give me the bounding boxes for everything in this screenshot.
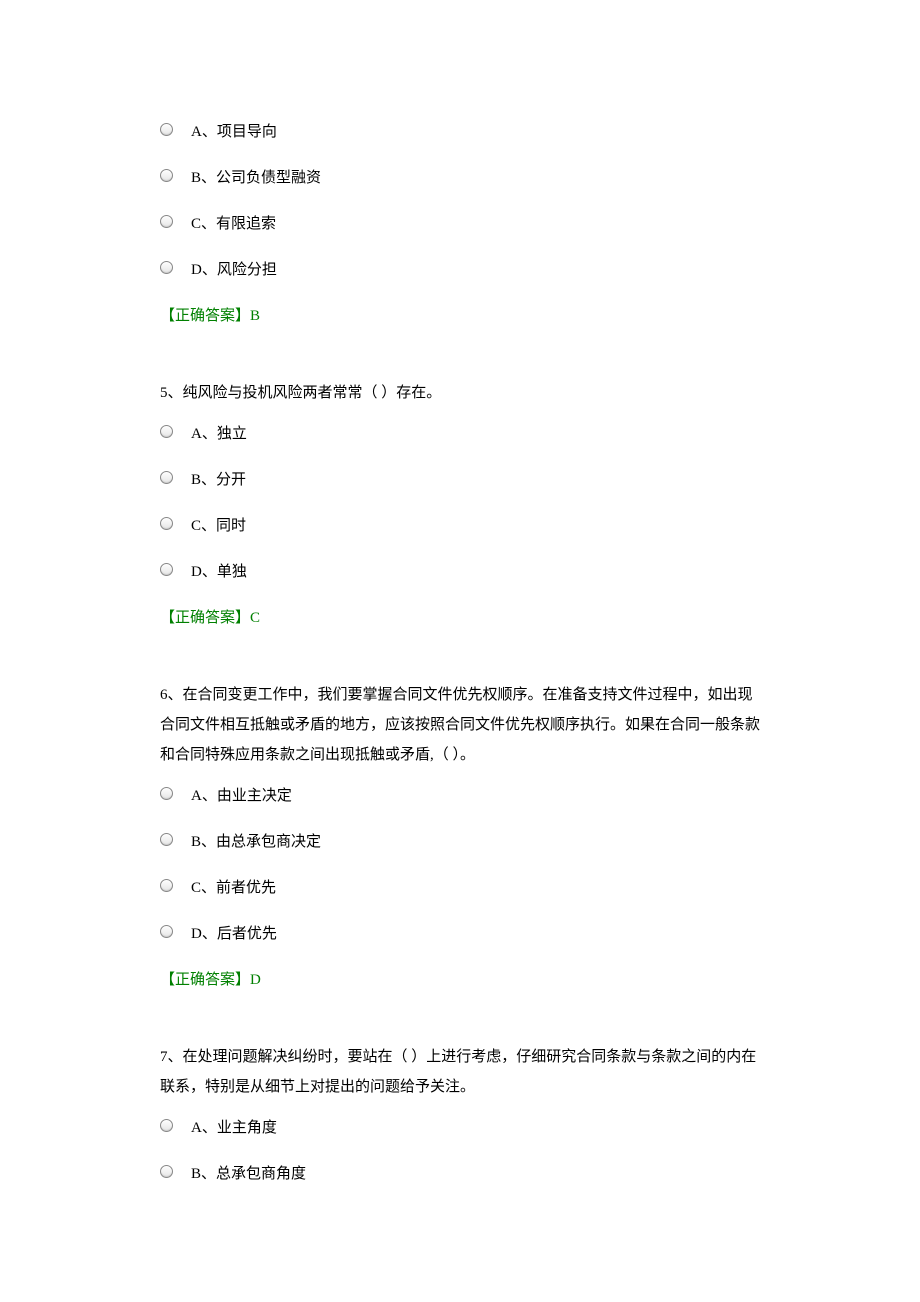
option-row: D、风险分担	[160, 258, 760, 282]
radio-icon[interactable]	[160, 925, 173, 938]
answer-value: B	[250, 308, 260, 324]
radio-icon[interactable]	[160, 1165, 173, 1178]
option-row: B、由总承包商决定	[160, 830, 760, 854]
radio-icon[interactable]	[160, 879, 173, 892]
option-row: A、独立	[160, 422, 760, 446]
option-text: A、由业主决定	[191, 784, 292, 808]
question-block: 5、纯风险与投机风险两者常常（ ）存在。 A、独立 B、分开 C、同时 D、单独…	[160, 378, 760, 630]
option-text: A、独立	[191, 422, 247, 446]
option-text: B、由总承包商决定	[191, 830, 321, 854]
answer-line: 【正确答案】D	[160, 968, 760, 992]
option-row: B、分开	[160, 468, 760, 492]
question-block: 6、在合同变更工作中，我们要掌握合同文件优先权顺序。在准备支持文件过程中，如出现…	[160, 680, 760, 992]
answer-label: 【正确答案】	[160, 610, 250, 626]
option-row: A、项目导向	[160, 120, 760, 144]
option-text: B、总承包商角度	[191, 1162, 306, 1186]
option-row: B、总承包商角度	[160, 1162, 760, 1186]
option-row: D、后者优先	[160, 922, 760, 946]
option-text: D、后者优先	[191, 922, 277, 946]
option-row: C、有限追索	[160, 212, 760, 236]
radio-icon[interactable]	[160, 215, 173, 228]
option-row: D、单独	[160, 560, 760, 584]
radio-icon[interactable]	[160, 471, 173, 484]
option-text: D、单独	[191, 560, 247, 584]
radio-icon[interactable]	[160, 1119, 173, 1132]
question-block: A、项目导向 B、公司负债型融资 C、有限追索 D、风险分担 【正确答案】B	[160, 120, 760, 328]
answer-line: 【正确答案】C	[160, 606, 760, 630]
question-block: 7、在处理问题解决纠纷时，要站在（ ）上进行考虑，仔细研究合同条款与条款之间的内…	[160, 1042, 760, 1186]
option-row: C、同时	[160, 514, 760, 538]
option-row: A、由业主决定	[160, 784, 760, 808]
option-text: B、公司负债型融资	[191, 166, 321, 190]
radio-icon[interactable]	[160, 563, 173, 576]
option-text: A、项目导向	[191, 120, 277, 144]
option-text: C、有限追索	[191, 212, 276, 236]
question-stem: 5、纯风险与投机风险两者常常（ ）存在。	[160, 378, 760, 408]
answer-label: 【正确答案】	[160, 308, 250, 324]
option-text: C、前者优先	[191, 876, 276, 900]
answer-line: 【正确答案】B	[160, 304, 760, 328]
option-row: A、业主角度	[160, 1116, 760, 1140]
radio-icon[interactable]	[160, 169, 173, 182]
question-stem: 6、在合同变更工作中，我们要掌握合同文件优先权顺序。在准备支持文件过程中，如出现…	[160, 680, 760, 770]
option-text: C、同时	[191, 514, 246, 538]
option-row: C、前者优先	[160, 876, 760, 900]
option-row: B、公司负债型融资	[160, 166, 760, 190]
radio-icon[interactable]	[160, 833, 173, 846]
radio-icon[interactable]	[160, 517, 173, 530]
radio-icon[interactable]	[160, 123, 173, 136]
option-text: D、风险分担	[191, 258, 277, 282]
option-text: B、分开	[191, 468, 246, 492]
radio-icon[interactable]	[160, 261, 173, 274]
answer-label: 【正确答案】	[160, 972, 250, 988]
question-stem: 7、在处理问题解决纠纷时，要站在（ ）上进行考虑，仔细研究合同条款与条款之间的内…	[160, 1042, 760, 1102]
radio-icon[interactable]	[160, 425, 173, 438]
answer-value: C	[250, 610, 260, 626]
answer-value: D	[250, 972, 261, 988]
radio-icon[interactable]	[160, 787, 173, 800]
option-text: A、业主角度	[191, 1116, 277, 1140]
